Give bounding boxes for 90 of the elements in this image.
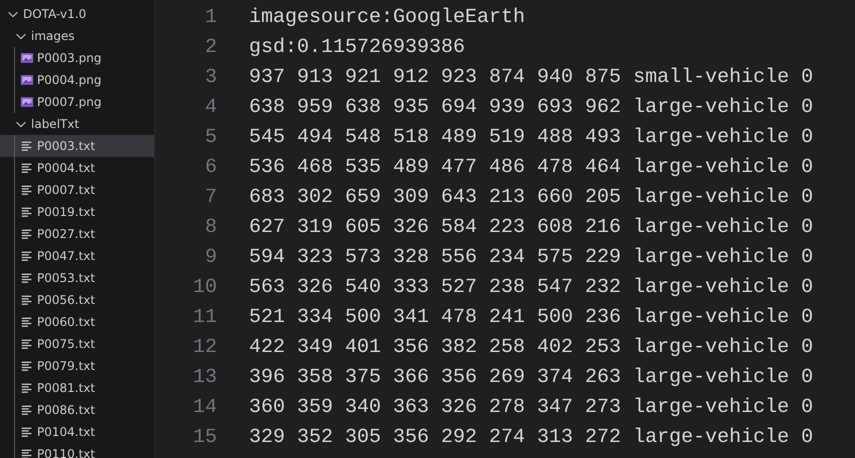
line-number: 9 bbox=[204, 245, 217, 271]
file-name: DOTA-v1.0 bbox=[23, 6, 86, 23]
tree-item[interactable]: P0007.png bbox=[0, 91, 154, 113]
text-file-icon bbox=[20, 403, 34, 417]
line-number: 15 bbox=[192, 425, 217, 451]
code-line: 937 913 921 912 923 874 940 875 small-vehicle 0 bbox=[249, 65, 814, 91]
image-file-icon bbox=[20, 95, 34, 109]
line-number: 11 bbox=[192, 305, 217, 331]
tree-item[interactable]: P0007.txt bbox=[0, 179, 154, 201]
text-file-icon bbox=[20, 359, 34, 373]
tree-item[interactable]: P0081.txt bbox=[0, 377, 154, 399]
text-file-icon bbox=[20, 249, 34, 263]
tree-item[interactable]: P0079.txt bbox=[0, 355, 154, 377]
file-name: P0004.txt bbox=[37, 160, 96, 177]
code-line: 638 959 638 935 694 939 693 962 large-vehicle 0 bbox=[249, 95, 814, 121]
file-name: P0003.txt bbox=[37, 138, 96, 155]
line-number: 5 bbox=[204, 125, 217, 151]
tree-item[interactable]: P0056.txt bbox=[0, 289, 154, 311]
text-file-icon bbox=[20, 447, 34, 458]
code-line: 329 352 305 356 292 274 313 272 large-vehicle 0 bbox=[249, 425, 814, 451]
file-name: P0004.png bbox=[37, 72, 102, 89]
tree-item[interactable]: P0086.txt bbox=[0, 399, 154, 421]
image-file-icon bbox=[20, 73, 34, 87]
file-name: labelTxt bbox=[31, 116, 80, 133]
code-line: 563 326 540 333 527 238 547 232 large-vehicle 0 bbox=[249, 275, 814, 301]
code-line: 627 319 605 326 584 223 608 216 large-vehicle 0 bbox=[249, 215, 814, 241]
tree-item[interactable]: P0075.txt bbox=[0, 333, 154, 355]
text-file-icon bbox=[20, 205, 34, 219]
tree-item[interactable]: P0019.txt bbox=[0, 201, 154, 223]
line-number: 1 bbox=[204, 5, 217, 31]
code-line: 545 494 548 518 489 519 488 493 large-vehicle 0 bbox=[249, 125, 814, 151]
line-number: 4 bbox=[204, 95, 217, 121]
file-name: P0047.txt bbox=[37, 248, 96, 265]
text-file-icon bbox=[20, 161, 34, 175]
line-number: 3 bbox=[204, 65, 217, 91]
text-file-icon bbox=[20, 183, 34, 197]
text-file-icon bbox=[20, 139, 34, 153]
line-number: 7 bbox=[204, 185, 217, 211]
file-name: P0007.png bbox=[37, 94, 102, 111]
line-number: 12 bbox=[192, 335, 217, 361]
tree-item[interactable]: P0003.png bbox=[0, 47, 154, 69]
file-name: images bbox=[31, 28, 75, 45]
code-line: imagesource:GoogleEarth bbox=[249, 5, 526, 31]
tree-item[interactable]: P0027.txt bbox=[0, 223, 154, 245]
code-line: 594 323 573 328 556 234 575 229 large-vehicle 0 bbox=[249, 245, 814, 271]
line-number: 10 bbox=[192, 275, 217, 301]
file-name: P0086.txt bbox=[37, 402, 96, 419]
line-number: 14 bbox=[192, 395, 217, 421]
file-name: P0056.txt bbox=[37, 292, 96, 309]
tree-item[interactable]: images bbox=[0, 25, 154, 47]
text-file-icon bbox=[20, 315, 34, 329]
code-line: 396 358 375 366 356 269 374 263 large-vehicle 0 bbox=[249, 365, 814, 391]
file-name: P0110.txt bbox=[37, 446, 96, 458]
file-name: P0003.png bbox=[37, 50, 102, 67]
text-file-icon bbox=[20, 271, 34, 285]
image-file-icon bbox=[20, 51, 34, 65]
tree-item[interactable]: P0060.txt bbox=[0, 311, 154, 333]
tree-item[interactable]: P0053.txt bbox=[0, 267, 154, 289]
code-line: gsd:0.115726939386 bbox=[249, 35, 466, 61]
tree-item[interactable]: P0104.txt bbox=[0, 421, 154, 443]
file-name: P0053.txt bbox=[37, 270, 96, 287]
text-file-icon bbox=[20, 293, 34, 307]
line-number: 6 bbox=[204, 155, 217, 181]
file-name: P0007.txt bbox=[37, 182, 96, 199]
tree-item[interactable]: P0004.txt bbox=[0, 157, 154, 179]
file-name: P0081.txt bbox=[37, 380, 96, 397]
code-line: 683 302 659 309 643 213 660 205 large-vehicle 0 bbox=[249, 185, 814, 211]
tree-item[interactable]: P0047.txt bbox=[0, 245, 154, 267]
file-name: P0027.txt bbox=[37, 226, 96, 243]
tree-item[interactable]: labelTxt bbox=[0, 113, 154, 135]
file-name: P0075.txt bbox=[37, 336, 96, 353]
tree-item[interactable]: P0110.txt bbox=[0, 443, 154, 458]
file-name: P0019.txt bbox=[37, 204, 96, 221]
code-line: 360 359 340 363 326 278 347 273 large-vehicle 0 bbox=[249, 395, 814, 421]
text-file-icon bbox=[20, 227, 34, 241]
file-name: P0060.txt bbox=[37, 314, 96, 331]
code-line: 536 468 535 489 477 486 478 464 large-vehicle 0 bbox=[249, 155, 814, 181]
file-name: P0079.txt bbox=[37, 358, 96, 375]
tree-item[interactable]: DOTA-v1.0 bbox=[0, 3, 154, 25]
line-number: 8 bbox=[204, 215, 217, 241]
code-line: 422 349 401 356 382 258 402 253 large-vehicle 0 bbox=[249, 335, 814, 361]
tree-item[interactable]: P0003.txt bbox=[0, 135, 154, 157]
line-number: 2 bbox=[204, 35, 217, 61]
code-line: 521 334 500 341 478 241 500 236 large-vehicle 0 bbox=[249, 305, 814, 331]
text-file-icon bbox=[20, 425, 34, 439]
file-name: P0104.txt bbox=[37, 424, 96, 441]
tree-item[interactable]: P0004.png bbox=[0, 69, 154, 91]
text-file-icon bbox=[20, 381, 34, 395]
line-number: 13 bbox=[192, 365, 217, 391]
text-file-icon bbox=[20, 337, 34, 351]
